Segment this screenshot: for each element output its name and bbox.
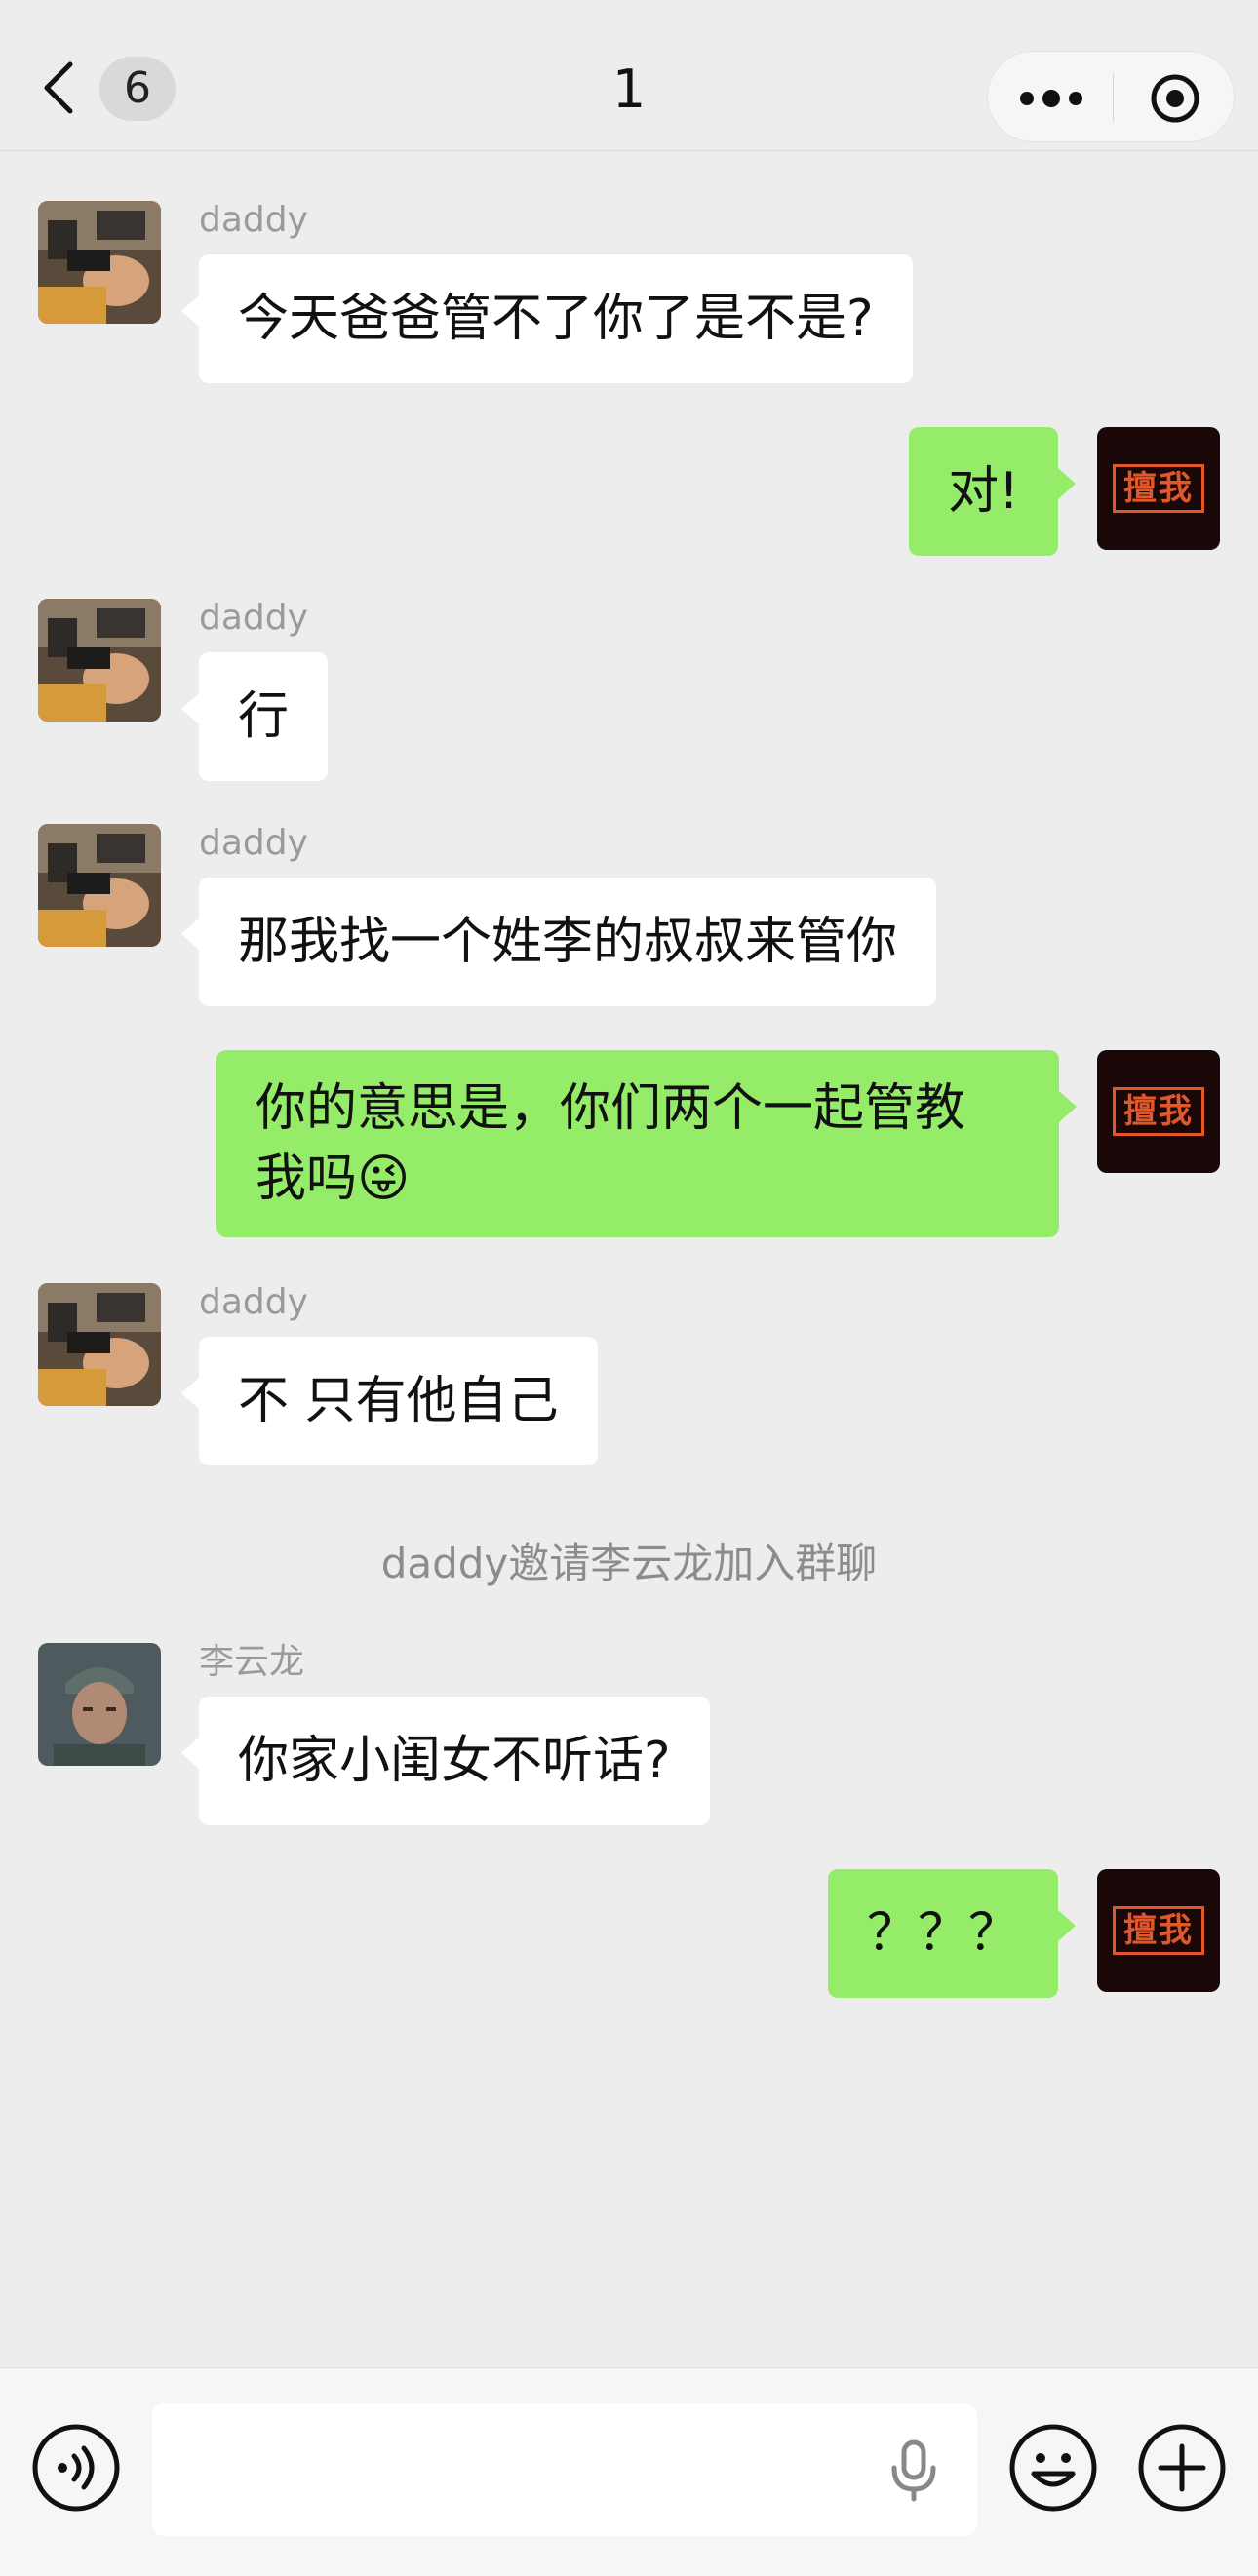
input-bar <box>0 2367 1258 2576</box>
message-bubble[interactable]: ？？？ <box>827 1869 1077 1998</box>
my-avatar[interactable]: 擅我 <box>1097 427 1220 550</box>
my-avatar-stamp: 擅我 <box>1113 1906 1204 1955</box>
close-circle-icon[interactable] <box>1150 73 1200 124</box>
avatar-daddy[interactable] <box>38 824 161 947</box>
my-avatar[interactable]: 擅我 <box>1097 1050 1220 1173</box>
message-bubble[interactable]: 对! <box>909 427 1076 556</box>
emoji-icon[interactable] <box>1008 2423 1098 2513</box>
message-line: 你的意思是，你们两个一起管教 <box>256 1079 966 1138</box>
message-bubble[interactable]: 你家小闺女不听话? <box>181 1697 710 1825</box>
message-bubble[interactable]: 那我找一个姓李的叔叔来管你 <box>180 878 937 1006</box>
my-avatar-stamp: 擅我 <box>1113 464 1204 513</box>
system-message: daddy邀请李云龙加入群聊 <box>380 1540 878 1587</box>
voice-icon[interactable] <box>31 2423 121 2513</box>
message-bubble[interactable]: 不 只有他自己 <box>181 1337 598 1465</box>
avatar-daddy[interactable] <box>38 599 161 722</box>
avatar-daddy[interactable] <box>38 1283 161 1406</box>
message-input[interactable] <box>152 2403 977 2536</box>
avatar-daddy[interactable] <box>38 201 161 324</box>
sender-name: daddy <box>199 823 308 863</box>
plus-icon[interactable] <box>1137 2423 1227 2513</box>
message-line: 我吗😜 <box>256 1150 411 1208</box>
capsule-divider <box>1113 73 1114 122</box>
avatar-li-yunlong[interactable] <box>38 1643 161 1766</box>
message-bubble[interactable]: 行 <box>180 652 329 781</box>
sender-name: 李云龙 <box>199 1642 305 1682</box>
my-avatar-stamp: 擅我 <box>1113 1087 1204 1136</box>
sender-name: daddy <box>199 1282 308 1322</box>
mic-icon[interactable] <box>887 2439 940 2503</box>
sender-name: daddy <box>199 200 308 240</box>
mini-program-capsule <box>987 51 1235 142</box>
more-dots-icon[interactable] <box>1017 79 1085 118</box>
chat-header: 6 1 <box>0 0 1258 151</box>
message-bubble[interactable]: 你的意思是，你们两个一起管教 我吗😜 <box>216 1050 1077 1237</box>
sender-name: daddy <box>199 598 308 638</box>
message-bubble[interactable]: 今天爸爸管不了你了是不是? <box>181 254 913 383</box>
my-avatar[interactable]: 擅我 <box>1097 1869 1220 1992</box>
